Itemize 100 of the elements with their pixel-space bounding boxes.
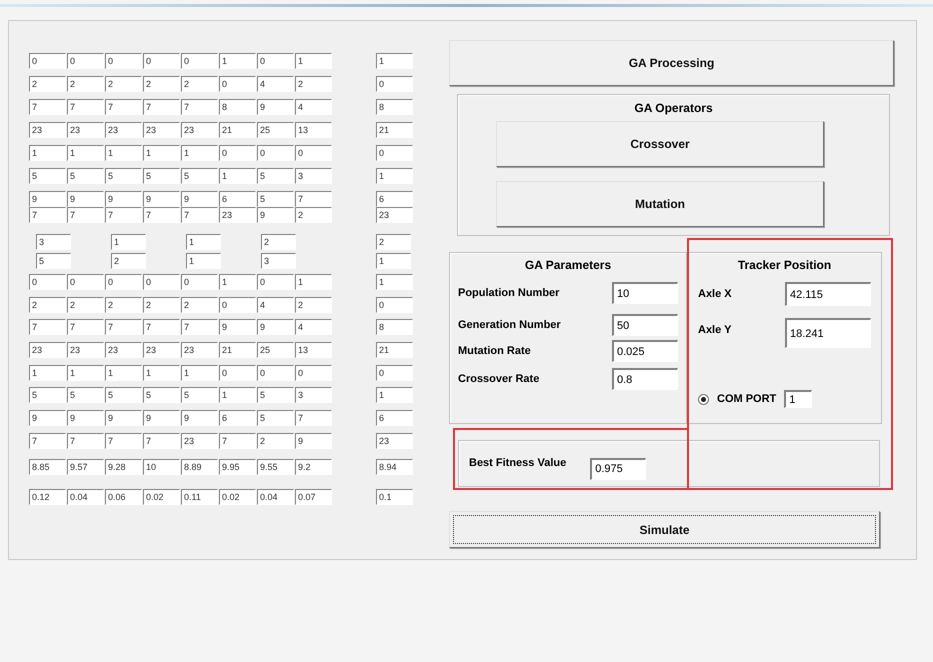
grid-cell-field[interactable]: 9: [105, 191, 142, 207]
grid-cell-field[interactable]: 7: [29, 99, 66, 115]
grid-cell-field[interactable]: 25: [257, 122, 294, 138]
grid-cell-field[interactable]: 4: [257, 296, 294, 313]
grid-cell-field[interactable]: 7: [143, 207, 180, 223]
grid-cell-field[interactable]: 2: [29, 76, 66, 92]
grid-cell-field[interactable]: 0.12: [29, 488, 66, 505]
grid-cell-field[interactable]: 0: [143, 274, 180, 290]
grid-cell-field[interactable]: 7: [29, 319, 66, 336]
grid-cell-field[interactable]: 7: [295, 410, 332, 426]
grid-cell-field[interactable]: 1: [143, 364, 180, 381]
grid-cell-field[interactable]: 0: [67, 53, 104, 69]
grid-cell-field[interactable]: 1: [219, 387, 256, 404]
grid-cell-field[interactable]: 7: [295, 191, 332, 207]
grid-cell-field[interactable]: 9.95: [219, 458, 256, 475]
grid-cell-field[interactable]: 3: [261, 253, 296, 269]
grid-cell-field[interactable]: 9.2: [295, 458, 332, 475]
grid-cell-field[interactable]: 7: [143, 432, 180, 449]
grid-cell-field[interactable]: 23: [29, 342, 66, 358]
grid-cell-field[interactable]: 6: [219, 410, 256, 426]
best-fitness-field[interactable]: 0.975: [590, 458, 646, 480]
grid-cell-field[interactable]: 9: [29, 191, 66, 207]
grid-cell-field[interactable]: 5: [257, 168, 294, 184]
grid-cell-field[interactable]: 9: [143, 410, 180, 426]
simulate-button[interactable]: Simulate: [449, 511, 880, 548]
grid-cell-field[interactable]: 0: [67, 274, 104, 290]
grid-cell-field[interactable]: 0: [29, 53, 66, 69]
grid-cell-field[interactable]: 6: [219, 191, 256, 207]
grid-cell-field[interactable]: 1: [186, 253, 221, 269]
grid-cell-field[interactable]: 1: [181, 145, 218, 161]
grid-cell-field[interactable]: 2: [143, 296, 180, 313]
grid-cell-field[interactable]: 3: [295, 168, 332, 184]
grid-cell-field[interactable]: 9.55: [257, 458, 294, 475]
grid-cell-field[interactable]: 2: [295, 76, 332, 92]
grid-cell-field[interactable]: 8.89: [181, 458, 218, 475]
grid-cell-field[interactable]: 2: [257, 432, 294, 449]
grid-cell-field[interactable]: 7: [181, 207, 218, 223]
grid-cell-field[interactable]: 23: [67, 122, 104, 138]
grid-cell-field[interactable]: 0: [219, 145, 256, 161]
grid-cell-field[interactable]: 5: [67, 387, 104, 404]
grid-cell-field[interactable]: 5: [29, 387, 66, 404]
grid-cell-field[interactable]: 13: [295, 122, 332, 138]
grid-cell-field[interactable]: 0: [257, 274, 294, 290]
parameter-field[interactable]: 0.8: [612, 368, 678, 390]
grid-cell-field[interactable]: 1: [105, 145, 142, 161]
grid-cell-field[interactable]: 0: [105, 274, 142, 290]
grid-cell-field[interactable]: 21: [219, 342, 256, 358]
grid-cell-field[interactable]: 0: [295, 364, 332, 381]
grid-cell-field[interactable]: 1: [111, 234, 146, 250]
grid-cell-field[interactable]: 0: [257, 53, 294, 69]
grid-cell-field[interactable]: 1: [105, 364, 142, 381]
grid-cell-field[interactable]: 9: [257, 207, 294, 223]
grid-cell-field[interactable]: 0.02: [143, 488, 180, 505]
grid-cell-field[interactable]: 21: [376, 342, 413, 358]
grid-cell-field[interactable]: 7: [67, 99, 104, 115]
grid-cell-field[interactable]: 4: [295, 99, 332, 115]
grid-cell-field[interactable]: 1: [376, 387, 413, 404]
grid-cell-field[interactable]: 0: [219, 296, 256, 313]
grid-cell-field[interactable]: 0.11: [181, 488, 218, 505]
grid-cell-field[interactable]: 1: [295, 274, 332, 290]
parameter-field[interactable]: 50: [612, 314, 678, 336]
grid-cell-field[interactable]: 0.07: [295, 488, 332, 505]
grid-cell-field[interactable]: 0.06: [105, 488, 142, 505]
grid-cell-field[interactable]: 0: [219, 76, 256, 92]
axle-field[interactable]: 18.241: [785, 318, 871, 348]
grid-cell-field[interactable]: 9: [219, 319, 256, 336]
grid-cell-field[interactable]: 23: [181, 432, 218, 449]
grid-cell-field[interactable]: 8.85: [29, 458, 66, 475]
grid-cell-field[interactable]: 7: [105, 99, 142, 115]
grid-cell-field[interactable]: 9: [181, 191, 218, 207]
grid-cell-field[interactable]: 1: [376, 168, 413, 184]
grid-cell-field[interactable]: 2: [261, 234, 296, 250]
grid-cell-field[interactable]: 23: [67, 342, 104, 358]
grid-cell-field[interactable]: 21: [219, 122, 256, 138]
grid-cell-field[interactable]: 7: [181, 319, 218, 336]
grid-cell-field[interactable]: 5: [105, 387, 142, 404]
grid-cell-field[interactable]: 2: [376, 234, 411, 250]
grid-cell-field[interactable]: 13: [295, 342, 332, 358]
grid-cell-field[interactable]: 7: [105, 207, 142, 223]
parameter-field[interactable]: 10: [612, 282, 678, 304]
grid-cell-field[interactable]: 1: [67, 145, 104, 161]
grid-cell-field[interactable]: 2: [143, 76, 180, 92]
axle-field[interactable]: 42.115: [785, 282, 871, 306]
grid-cell-field[interactable]: 7: [219, 432, 256, 449]
com-port-field[interactable]: 1: [784, 390, 812, 408]
grid-cell-field[interactable]: 2: [105, 76, 142, 92]
grid-cell-field[interactable]: 4: [257, 76, 294, 92]
grid-cell-field[interactable]: 5: [29, 168, 66, 184]
grid-cell-field[interactable]: 23: [181, 122, 218, 138]
grid-cell-field[interactable]: 5: [105, 168, 142, 184]
grid-cell-field[interactable]: 0: [257, 364, 294, 381]
grid-cell-field[interactable]: 0: [257, 145, 294, 161]
grid-cell-field[interactable]: 5: [67, 168, 104, 184]
grid-cell-field[interactable]: 10: [143, 458, 180, 475]
grid-cell-field[interactable]: 5: [257, 191, 294, 207]
grid-cell-field[interactable]: 9: [67, 410, 104, 426]
grid-cell-field[interactable]: 0: [295, 145, 332, 161]
grid-cell-field[interactable]: 0: [219, 364, 256, 381]
grid-cell-field[interactable]: 9: [181, 410, 218, 426]
grid-cell-field[interactable]: 0: [29, 274, 66, 290]
